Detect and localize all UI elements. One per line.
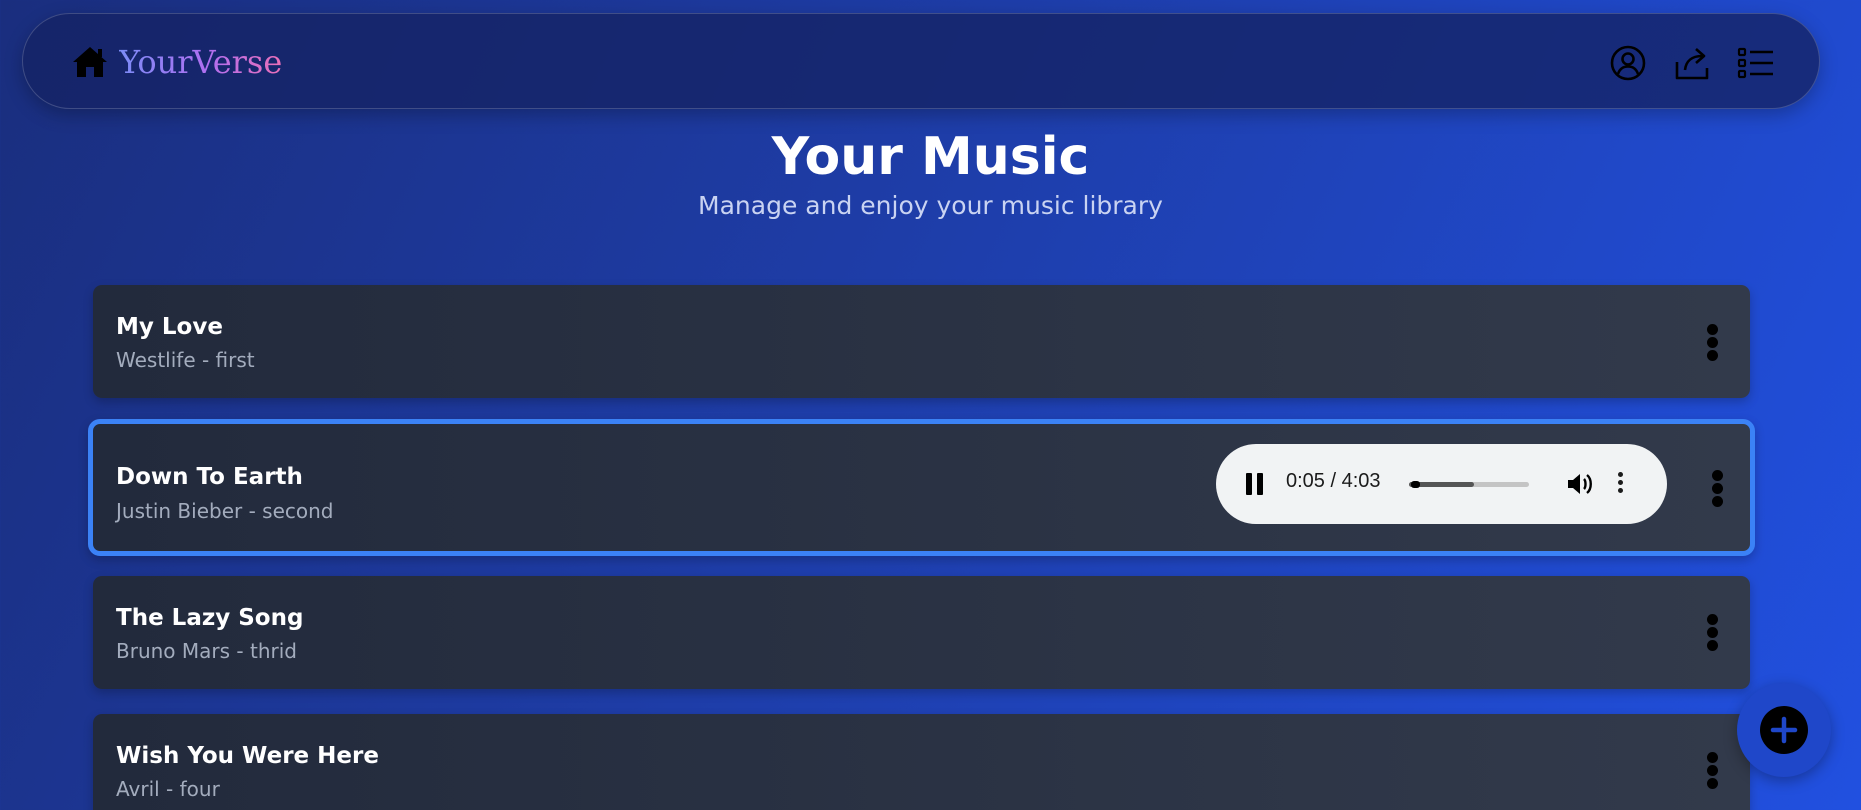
pause-icon[interactable] xyxy=(1246,473,1266,495)
song-title: The Lazy Song xyxy=(116,605,304,631)
song-title: Down To Earth xyxy=(116,464,303,490)
add-song-circle xyxy=(1760,706,1808,754)
song-title: My Love xyxy=(116,314,223,340)
song-title: Wish You Were Here xyxy=(116,743,379,769)
volume-icon[interactable] xyxy=(1566,471,1594,497)
song-meta: Justin Bieber - second xyxy=(116,499,334,523)
song-options-button[interactable] xyxy=(1704,324,1720,364)
song-meta: Bruno Mars - thrid xyxy=(116,639,297,663)
audio-player: 0:05 / 4:03 xyxy=(1216,444,1667,524)
song-options-button[interactable] xyxy=(1704,752,1720,792)
seek-progress xyxy=(1411,481,1421,488)
song-meta: Westlife - first xyxy=(116,348,255,372)
seek-bar[interactable] xyxy=(1409,481,1529,488)
plus-icon xyxy=(1770,716,1798,744)
player-more-icon[interactable] xyxy=(1616,472,1624,496)
playback-time: 0:05 / 4:03 xyxy=(1286,470,1381,492)
song-list: My Love Westlife - first Down To Earth J… xyxy=(0,0,1861,810)
add-song-button[interactable] xyxy=(1737,683,1831,777)
song-card[interactable]: The Lazy Song Bruno Mars - thrid xyxy=(93,576,1750,689)
song-options-button[interactable] xyxy=(1709,470,1725,510)
song-card-active[interactable]: Down To Earth Justin Bieber - second 0:0… xyxy=(88,419,1755,556)
song-card[interactable]: My Love Westlife - first xyxy=(93,285,1750,398)
song-options-button[interactable] xyxy=(1704,614,1720,654)
song-meta: Avril - four xyxy=(116,777,220,801)
song-card[interactable]: Wish You Were Here Avril - four xyxy=(93,714,1750,810)
